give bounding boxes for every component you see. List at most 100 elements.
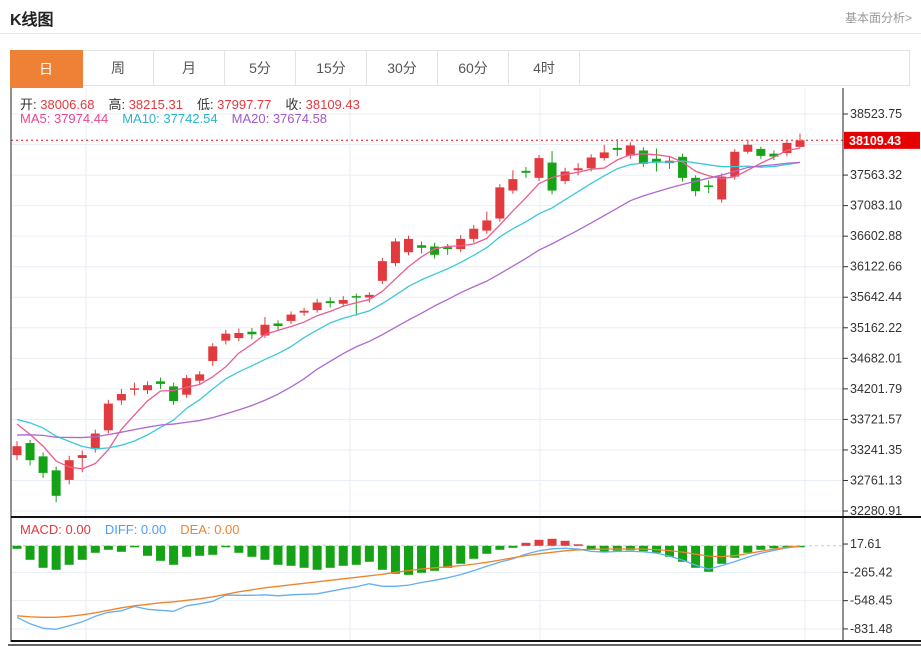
candle-body — [25, 443, 35, 461]
price-axis-label: 34682.01 — [850, 351, 902, 365]
macd-bar — [299, 545, 309, 568]
macd-axis-label: 17.61 — [850, 537, 881, 551]
candle-body — [743, 144, 753, 152]
kline-panel: K线图 基本面分析> 38523.75 37563.32 37083.10 36602… — [0, 0, 921, 646]
candle-body — [704, 185, 714, 187]
macd-bar — [195, 545, 205, 556]
candle-body — [795, 140, 805, 147]
last-price-badge-text: 38109.43 — [849, 134, 901, 148]
macd-bar — [534, 539, 544, 546]
macd-bar — [573, 544, 583, 546]
candle-body — [234, 333, 244, 339]
macd-axis-label: -265.42 — [850, 565, 892, 579]
macd-bar — [364, 545, 374, 562]
ma5-line — [16, 147, 801, 470]
macd-bar — [221, 545, 231, 548]
candle-body — [286, 314, 296, 321]
legend-ohlc-item-1: 高: 38215.31 — [108, 97, 183, 112]
ma10-line — [16, 160, 801, 450]
candle-body — [247, 331, 257, 335]
candle-body — [351, 296, 361, 298]
candle-body — [51, 470, 61, 496]
macd-bar — [38, 545, 48, 568]
candle-body — [312, 302, 322, 311]
price-axis-label: 37563.32 — [850, 168, 902, 182]
macd-bar — [273, 545, 283, 565]
candle-body — [129, 388, 139, 390]
candle-body — [456, 238, 466, 250]
macd-bar — [495, 545, 505, 550]
candle-body — [195, 374, 205, 381]
price-axis-label: 32280.91 — [850, 504, 902, 518]
candle-body — [469, 228, 479, 239]
legend-ohlc-item-2: 低: 37997.77 — [196, 97, 272, 112]
macd-bar — [234, 545, 244, 553]
candle-body — [143, 385, 152, 391]
macd-bar — [129, 545, 139, 548]
price-axis-label: 37083.10 — [850, 199, 902, 213]
macd-bar — [769, 545, 779, 549]
candle-body — [156, 381, 166, 384]
macd-bar — [390, 545, 400, 574]
macd-bar — [469, 545, 479, 559]
candle-body — [521, 170, 531, 173]
macd-axis-label: -831.48 — [850, 622, 892, 636]
candle-body — [77, 455, 87, 458]
price-axis-label: 35162.22 — [850, 321, 902, 335]
candle-body — [404, 238, 413, 253]
macd-bar — [182, 545, 192, 557]
legend-macd-item-2: DEA: 0.00 — [180, 522, 240, 537]
macd-axis-label: -548.45 — [850, 594, 892, 608]
macd-bar — [482, 545, 492, 554]
candle-body — [208, 346, 218, 361]
macd-bar — [247, 545, 257, 557]
candle-body — [338, 299, 348, 304]
candle-body — [38, 456, 48, 473]
macd-bar — [521, 542, 531, 546]
price-axis-label: 32761.13 — [850, 473, 902, 487]
candle-body — [573, 168, 583, 171]
macd-bar — [547, 538, 557, 546]
macd-bar — [286, 545, 296, 566]
macd-bar — [116, 545, 126, 552]
price-axis-label: 34201.79 — [850, 382, 902, 396]
candle-body — [638, 150, 648, 164]
macd-bar — [325, 545, 335, 568]
macd-bar — [338, 545, 348, 566]
legend-ma-item-1: MA10: 37742.54 — [122, 111, 218, 126]
macd-bar — [64, 545, 74, 565]
candle-body — [482, 220, 492, 231]
candle-body — [169, 386, 179, 402]
macd-bar — [260, 545, 270, 560]
candle-body — [560, 171, 570, 182]
macd-bar — [51, 545, 61, 570]
candle-body — [273, 323, 283, 327]
price-axis-label: 36602.88 — [850, 229, 902, 243]
macd-bar — [103, 545, 113, 550]
price-axis-label: 33241.35 — [850, 443, 902, 457]
price-axis-label: 38523.75 — [850, 107, 902, 121]
candle-body — [508, 179, 518, 191]
macd-bar — [143, 545, 152, 556]
legend-ma-item-0: MA5: 37974.44 — [20, 111, 109, 126]
macd-bar — [456, 545, 466, 564]
macd-bar — [156, 545, 166, 561]
candle-body — [377, 261, 387, 281]
macd-bar — [717, 545, 727, 564]
macd-bar — [312, 545, 322, 570]
macd-bar — [743, 545, 753, 553]
macd-bar — [90, 545, 100, 553]
price-axis-label: 35642.44 — [850, 290, 902, 304]
candle-body — [730, 151, 740, 177]
candle-body — [717, 176, 727, 200]
macd-bar — [169, 545, 179, 565]
price-axis-label: 36122.66 — [850, 260, 902, 274]
candle-body — [691, 177, 701, 192]
candle-body — [599, 152, 609, 159]
candle-body — [756, 148, 766, 156]
macd-bar — [443, 545, 453, 568]
macd-bar — [756, 545, 766, 550]
candle-body — [103, 403, 113, 431]
candle-body — [612, 147, 622, 150]
legend-ohlc-item-0: 开: 38006.68 — [20, 97, 95, 112]
